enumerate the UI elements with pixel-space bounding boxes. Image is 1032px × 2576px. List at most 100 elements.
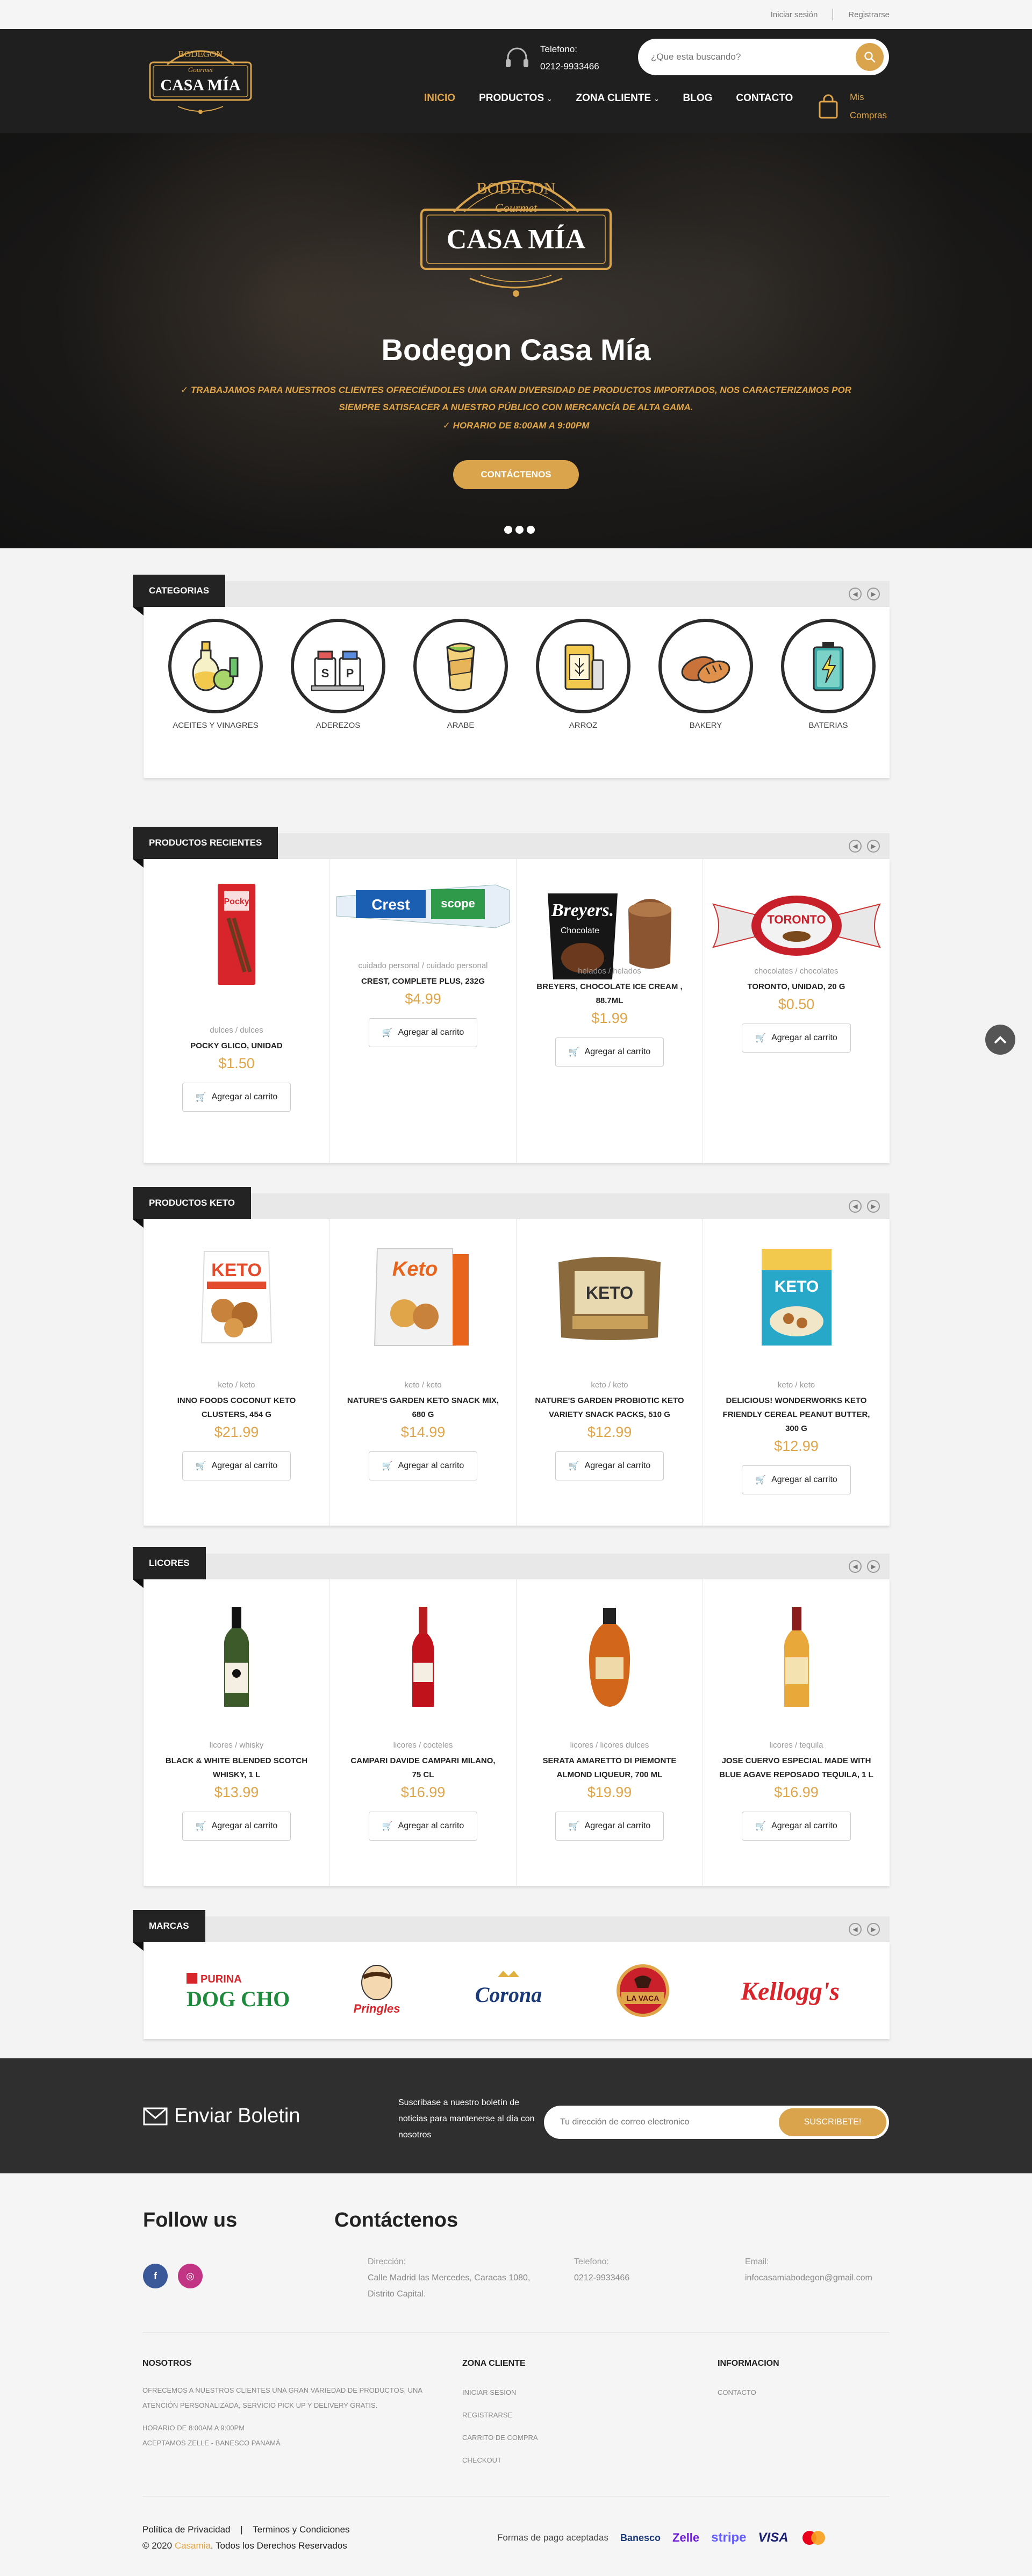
scroll-to-top-button[interactable] (985, 1025, 1015, 1055)
product-image[interactable] (144, 1579, 329, 1735)
product-image[interactable]: KETO (517, 1219, 703, 1375)
next-arrow-icon[interactable]: ▶ (867, 1200, 880, 1213)
nav-zona-cliente[interactable]: ZONA CLIENTE ⌄ (576, 92, 659, 104)
copyright-brand[interactable]: Casamia (175, 2541, 211, 2551)
product-category[interactable]: dulces / dulces (144, 1026, 329, 1035)
email-value[interactable]: infocasamiabodegon@gmail.com (745, 2270, 872, 2286)
product-image[interactable]: Crest scope (330, 859, 516, 934)
product-category[interactable]: licores / cocteles (330, 1741, 516, 1750)
product-name[interactable]: JOSE CUERVO ESPECIAL MADE WITH BLUE AGAV… (719, 1754, 873, 1782)
prev-arrow-icon[interactable]: ◀ (849, 1200, 862, 1213)
product-category[interactable]: keto / keto (703, 1380, 890, 1390)
product-name[interactable]: NATURE'S GARDEN PROBIOTIC KETO VARIETY S… (533, 1394, 686, 1422)
product-name[interactable]: TORONTO, UNIDAD, 20 G (719, 980, 873, 994)
footer-link-iniciar-sesion[interactable]: INICIAR SESION (462, 2385, 516, 2400)
add-to-cart-button[interactable]: 🛒 Agregar al carrito (742, 1465, 851, 1494)
privacy-link[interactable]: Política de Privacidad (142, 2524, 230, 2535)
add-to-cart-button[interactable]: 🛒 Agregar al carrito (182, 1083, 291, 1112)
category-item[interactable]: S P ADEREZOS (277, 607, 399, 778)
facebook-icon[interactable]: f (143, 2264, 168, 2288)
add-to-cart-button[interactable]: 🛒 Agregar al carrito (555, 1037, 664, 1067)
product-image[interactable]: Pocky (144, 859, 329, 1010)
footer-link-registrarse[interactable]: REGISTRARSE (462, 2408, 512, 2423)
brand-logo-corona[interactable]: Corona (465, 1966, 551, 2015)
product-image[interactable]: Keto (330, 1219, 516, 1375)
prev-arrow-icon[interactable]: ◀ (849, 840, 862, 853)
product-category[interactable]: licores / whisky (144, 1741, 329, 1750)
site-logo[interactable]: BODEGON Gourmet CASA MÍA (146, 41, 255, 119)
brand-logo-kelloggs[interactable]: Kellogg's (734, 1966, 847, 2015)
register-link[interactable]: Registrarse (848, 10, 890, 19)
terms-link[interactable]: Terminos y Condiciones (253, 2524, 349, 2535)
newsletter-email-input[interactable] (560, 2117, 779, 2127)
next-arrow-icon[interactable]: ▶ (867, 1923, 880, 1936)
cart-link[interactable]: Mis Compras (818, 88, 887, 125)
product-name[interactable]: SERATA AMARETTO DI PIEMONTE ALMOND LIQUE… (533, 1754, 686, 1782)
product-image[interactable]: KETO (703, 1219, 890, 1375)
next-arrow-icon[interactable]: ▶ (867, 1560, 880, 1573)
slider-dot[interactable] (504, 526, 512, 534)
prev-arrow-icon[interactable]: ◀ (849, 1923, 862, 1936)
product-name[interactable]: NATURE'S GARDEN KETO SNACK MIX, 680 G (346, 1394, 500, 1422)
product-name[interactable]: CAMPARI DAVIDE CAMPARI MILANO, 75 CL (346, 1754, 500, 1782)
category-item[interactable]: BAKERY (644, 607, 767, 778)
slider-dot[interactable] (527, 526, 535, 534)
phone-value[interactable]: 0212-9933466 (574, 2270, 629, 2286)
footer-link-contacto[interactable]: CONTACTO (718, 2385, 756, 2400)
product-category[interactable]: keto / keto (517, 1380, 703, 1390)
product-image[interactable] (703, 1579, 890, 1735)
product-image[interactable] (330, 1579, 516, 1735)
search-input[interactable] (651, 52, 856, 62)
search-button[interactable] (856, 43, 884, 71)
subscribe-button[interactable]: SUSCRIBETE! (779, 2108, 886, 2136)
add-to-cart-button[interactable]: 🛒 Agregar al carrito (182, 1451, 291, 1480)
slider-dot[interactable] (515, 526, 524, 534)
phone-number[interactable]: 0212-9933466 (540, 58, 599, 75)
product-name[interactable]: POCKY GLICO, UNIDAD (160, 1039, 313, 1053)
brand-logo-la-vaca[interactable]: LA VACA (616, 1961, 670, 2020)
login-link[interactable]: Iniciar sesión (771, 10, 818, 19)
category-item[interactable]: BATERIAS (767, 607, 890, 778)
nav-inicio[interactable]: INICIO (424, 92, 455, 104)
next-arrow-icon[interactable]: ▶ (867, 840, 880, 853)
product-category[interactable]: keto / keto (330, 1380, 516, 1390)
add-to-cart-button[interactable]: 🛒 Agregar al carrito (555, 1451, 664, 1480)
footer-link-checkout[interactable]: CHECKOUT (462, 2453, 501, 2468)
add-to-cart-button[interactable]: 🛒 Agregar al carrito (368, 1451, 478, 1480)
instagram-icon[interactable]: ◎ (178, 2264, 203, 2288)
product-category[interactable]: licores / licores dulces (517, 1741, 703, 1750)
add-to-cart-button[interactable]: 🛒 Agregar al carrito (742, 1024, 851, 1053)
product-image[interactable] (517, 1579, 703, 1735)
product-image[interactable]: TORONTO (703, 859, 890, 967)
brand-logo-pringles[interactable]: Pringles (353, 1961, 401, 2020)
add-to-cart-button[interactable]: 🛒 Agregar al carrito (182, 1812, 291, 1841)
nav-contacto[interactable]: CONTACTO (736, 92, 793, 104)
product-name[interactable]: CREST, COMPLETE PLUS, 232G (346, 975, 500, 989)
add-to-cart-button[interactable]: 🛒 Agregar al carrito (742, 1812, 851, 1841)
product-category[interactable]: keto / keto (144, 1380, 329, 1390)
add-to-cart-button[interactable]: 🛒 Agregar al carrito (368, 1812, 478, 1841)
product-category[interactable]: licores / tequila (703, 1741, 890, 1750)
prev-arrow-icon[interactable]: ◀ (849, 1560, 862, 1573)
product-name[interactable]: INNO FOODS COCONUT KETO CLUSTERS, 454 G (160, 1394, 313, 1422)
add-to-cart-button[interactable]: 🛒 Agregar al carrito (368, 1018, 478, 1047)
category-item[interactable]: ACEITES Y VINAGRES (154, 607, 277, 778)
brand-logo-dog-chow[interactable]: PURINA DOG CHOW (186, 1966, 289, 2015)
add-to-cart-button[interactable]: 🛒 Agregar al carrito (555, 1812, 664, 1841)
product-name[interactable]: DELICIOUS! WONDERWORKS KETO FRIENDLY CER… (719, 1394, 873, 1436)
product-category[interactable]: cuidado personal / cuidado personal (330, 961, 516, 970)
category-item[interactable]: ARROZ (522, 607, 644, 778)
footer-link-carrito[interactable]: CARRITO DE COMPRA (462, 2430, 538, 2445)
category-item[interactable]: ARABE (399, 607, 522, 778)
hero-text-line1-label: TRABAJAMOS PARA NUESTROS CLIENTES OFRECI… (190, 385, 852, 395)
product-image[interactable]: KETO (144, 1219, 329, 1375)
product-category[interactable]: chocolates / chocolates (703, 967, 890, 976)
nav-productos[interactable]: PRODUCTOS ⌄ (479, 92, 552, 104)
product-name[interactable]: BLACK & WHITE BLENDED SCOTCH WHISKY, 1 L (160, 1754, 313, 1782)
product-name[interactable]: BREYERS, CHOCOLATE ICE CREAM , 88.7ML (533, 980, 686, 1008)
next-arrow-icon[interactable]: ▶ (867, 588, 880, 600)
hero-contact-button[interactable]: CONTÁCTENOS (453, 460, 579, 489)
prev-arrow-icon[interactable]: ◀ (849, 588, 862, 600)
product-image[interactable]: Breyers. Chocolate (517, 859, 703, 979)
nav-blog[interactable]: BLOG (683, 92, 713, 104)
